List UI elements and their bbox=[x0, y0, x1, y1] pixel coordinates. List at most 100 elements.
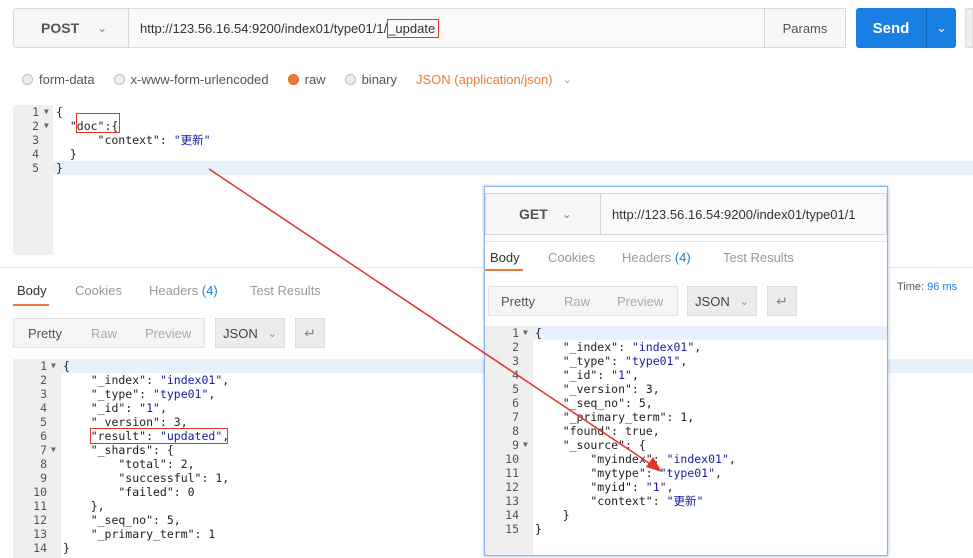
format-label: JSON bbox=[695, 293, 730, 309]
active-tab-indicator bbox=[485, 269, 523, 271]
line-number: 1 bbox=[40, 359, 47, 373]
line-number: 2 bbox=[512, 340, 519, 354]
code-line: "_version": 3, bbox=[63, 415, 188, 429]
radio-binary[interactable]: binary bbox=[344, 71, 397, 87]
code-line: "_index": "index01", bbox=[535, 340, 702, 354]
send-button[interactable]: Send bbox=[856, 8, 926, 48]
format-label: JSON bbox=[223, 325, 258, 341]
line-number: 4 bbox=[40, 401, 47, 415]
overlay-tab-cookies[interactable]: Cookies bbox=[548, 250, 595, 265]
overlay-tab-headers[interactable]: Headers (4) bbox=[622, 250, 691, 265]
preview-button[interactable]: Preview bbox=[145, 326, 191, 341]
line-number: 2 bbox=[40, 373, 47, 387]
annotation-box-doc bbox=[76, 113, 120, 133]
body-format-label: JSON (application/json) bbox=[416, 71, 553, 87]
overlay-tab-test-results[interactable]: Test Results bbox=[723, 250, 794, 265]
method-label: POST bbox=[41, 20, 80, 36]
line-number: 13 bbox=[33, 527, 47, 541]
response-time: Time: 96 ms bbox=[897, 281, 957, 293]
fold-arrow-icon[interactable]: ▼ bbox=[44, 119, 49, 133]
code-line: "_seq_no": 5, bbox=[63, 513, 181, 527]
wrap-lines-button[interactable]: ↵ bbox=[295, 318, 325, 348]
chevron-down-icon: ⌄ bbox=[936, 21, 947, 35]
body-format-dropdown[interactable]: JSON (application/json) ⌄ bbox=[416, 72, 572, 87]
radio-icon bbox=[344, 73, 356, 85]
line-gutter: 1 2 3 4 5 6 7 8 9 10 11 12 13 14 ▼ ▼ bbox=[13, 359, 61, 558]
code-line: "_id": "1", bbox=[535, 368, 639, 382]
line-number: 11 bbox=[505, 466, 519, 480]
line-number: 13 bbox=[505, 494, 519, 508]
pretty-button[interactable]: Pretty bbox=[28, 326, 62, 341]
url-highlight: _update bbox=[387, 18, 440, 38]
code-line: } bbox=[63, 541, 70, 555]
overlay-method-select[interactable]: GET ⌄ bbox=[485, 193, 601, 235]
send-dropdown[interactable]: ⌄ bbox=[926, 8, 956, 48]
tab-body[interactable]: Body bbox=[17, 283, 47, 298]
wrap-lines-icon: ↵ bbox=[776, 292, 788, 309]
wrap-lines-icon: ↵ bbox=[304, 324, 316, 341]
code-line: "total": 2, bbox=[63, 457, 195, 471]
code-line: "found": true, bbox=[535, 424, 660, 438]
line-number: 4 bbox=[512, 368, 519, 382]
radio-urlencoded[interactable]: x-www-form-urlencoded bbox=[113, 72, 269, 87]
overlay-format-dropdown[interactable]: JSON ⌄ bbox=[687, 286, 757, 316]
active-tab-indicator bbox=[13, 304, 49, 306]
radio-form-data[interactable]: form-data bbox=[22, 72, 95, 87]
tab-cookies[interactable]: Cookies bbox=[75, 283, 122, 298]
line-gutter: 1 2 3 4 5 ▼ ▼ bbox=[13, 105, 53, 255]
line-gutter: 1 2 3 4 5 6 7 8 9 10 11 12 13 14 15 ▼ ▼ bbox=[485, 326, 533, 555]
overlay-wrap-lines-button[interactable]: ↵ bbox=[767, 286, 797, 316]
tab-headers[interactable]: Headers (4) bbox=[149, 283, 218, 298]
line-number: 10 bbox=[33, 485, 47, 499]
line-number: 5 bbox=[40, 415, 47, 429]
raw-button[interactable]: Raw bbox=[91, 326, 117, 341]
line-number: 1 bbox=[512, 326, 519, 340]
code-line: { bbox=[535, 326, 542, 340]
chevron-down-icon: ⌄ bbox=[739, 295, 749, 308]
chevron-down-icon: ⌄ bbox=[267, 327, 277, 340]
url-prefix: http://123.56.16.54:9200/index01/type01/… bbox=[140, 20, 388, 36]
line-number: 8 bbox=[40, 457, 47, 471]
radio-selected-icon bbox=[287, 73, 299, 85]
code-line: "_type": "type01", bbox=[63, 387, 216, 401]
line-number: 1 bbox=[32, 105, 39, 119]
save-button-edge[interactable] bbox=[965, 8, 973, 48]
tab-test-results[interactable]: Test Results bbox=[250, 283, 321, 298]
method-select[interactable]: POST ⌄ bbox=[13, 8, 128, 48]
code-line: "_seq_no": 5, bbox=[535, 396, 653, 410]
line-number: 6 bbox=[40, 429, 47, 443]
url-input[interactable]: http://123.56.16.54:9200/index01/type01/… bbox=[128, 8, 765, 48]
code-line: "_primary_term": 1, bbox=[535, 410, 695, 424]
overlay-code: { "_index": "index01", "_type": "type01"… bbox=[533, 326, 887, 555]
overlay-preview-button[interactable]: Preview bbox=[617, 294, 663, 309]
tab-headers-count: (4) bbox=[674, 250, 691, 265]
line-number: 14 bbox=[505, 508, 519, 522]
overlay-pretty-button[interactable]: Pretty bbox=[501, 294, 535, 309]
fold-arrow-icon[interactable]: ▼ bbox=[44, 105, 49, 119]
radio-raw[interactable]: raw bbox=[287, 72, 326, 87]
overlay-raw-button[interactable]: Raw bbox=[564, 294, 590, 309]
params-button[interactable]: Params bbox=[764, 8, 846, 48]
line-number: 4 bbox=[32, 147, 39, 161]
fold-arrow-icon[interactable]: ▼ bbox=[51, 443, 56, 457]
overlay-url-input[interactable]: http://123.56.16.54:9200/index01/type01/… bbox=[600, 193, 887, 235]
line-number: 11 bbox=[33, 499, 47, 513]
code-line: } bbox=[56, 161, 63, 175]
fold-arrow-icon[interactable]: ▼ bbox=[523, 438, 528, 452]
line-number: 7 bbox=[512, 410, 519, 424]
time-value: 96 ms bbox=[927, 281, 958, 293]
body-type-row: form-data x-www-form-urlencoded raw bina… bbox=[22, 70, 572, 88]
code-line: { bbox=[63, 359, 70, 373]
radio-label: binary bbox=[361, 71, 397, 87]
get-request-window: GET ⌄ http://123.56.16.54:9200/index01/t… bbox=[484, 186, 888, 556]
fold-arrow-icon[interactable]: ▼ bbox=[523, 326, 528, 340]
code-line: } bbox=[535, 508, 570, 522]
code-line: "_index": "index01", bbox=[63, 373, 230, 387]
line-number: 12 bbox=[505, 480, 519, 494]
overlay-response-viewer[interactable]: 1 2 3 4 5 6 7 8 9 10 11 12 13 14 15 ▼ ▼ … bbox=[485, 326, 887, 555]
overlay-tab-body[interactable]: Body bbox=[490, 250, 520, 265]
fold-arrow-icon[interactable]: ▼ bbox=[51, 359, 56, 373]
tab-headers-label: Headers bbox=[149, 283, 199, 298]
line-number: 8 bbox=[512, 424, 519, 438]
format-dropdown[interactable]: JSON ⌄ bbox=[215, 318, 285, 348]
